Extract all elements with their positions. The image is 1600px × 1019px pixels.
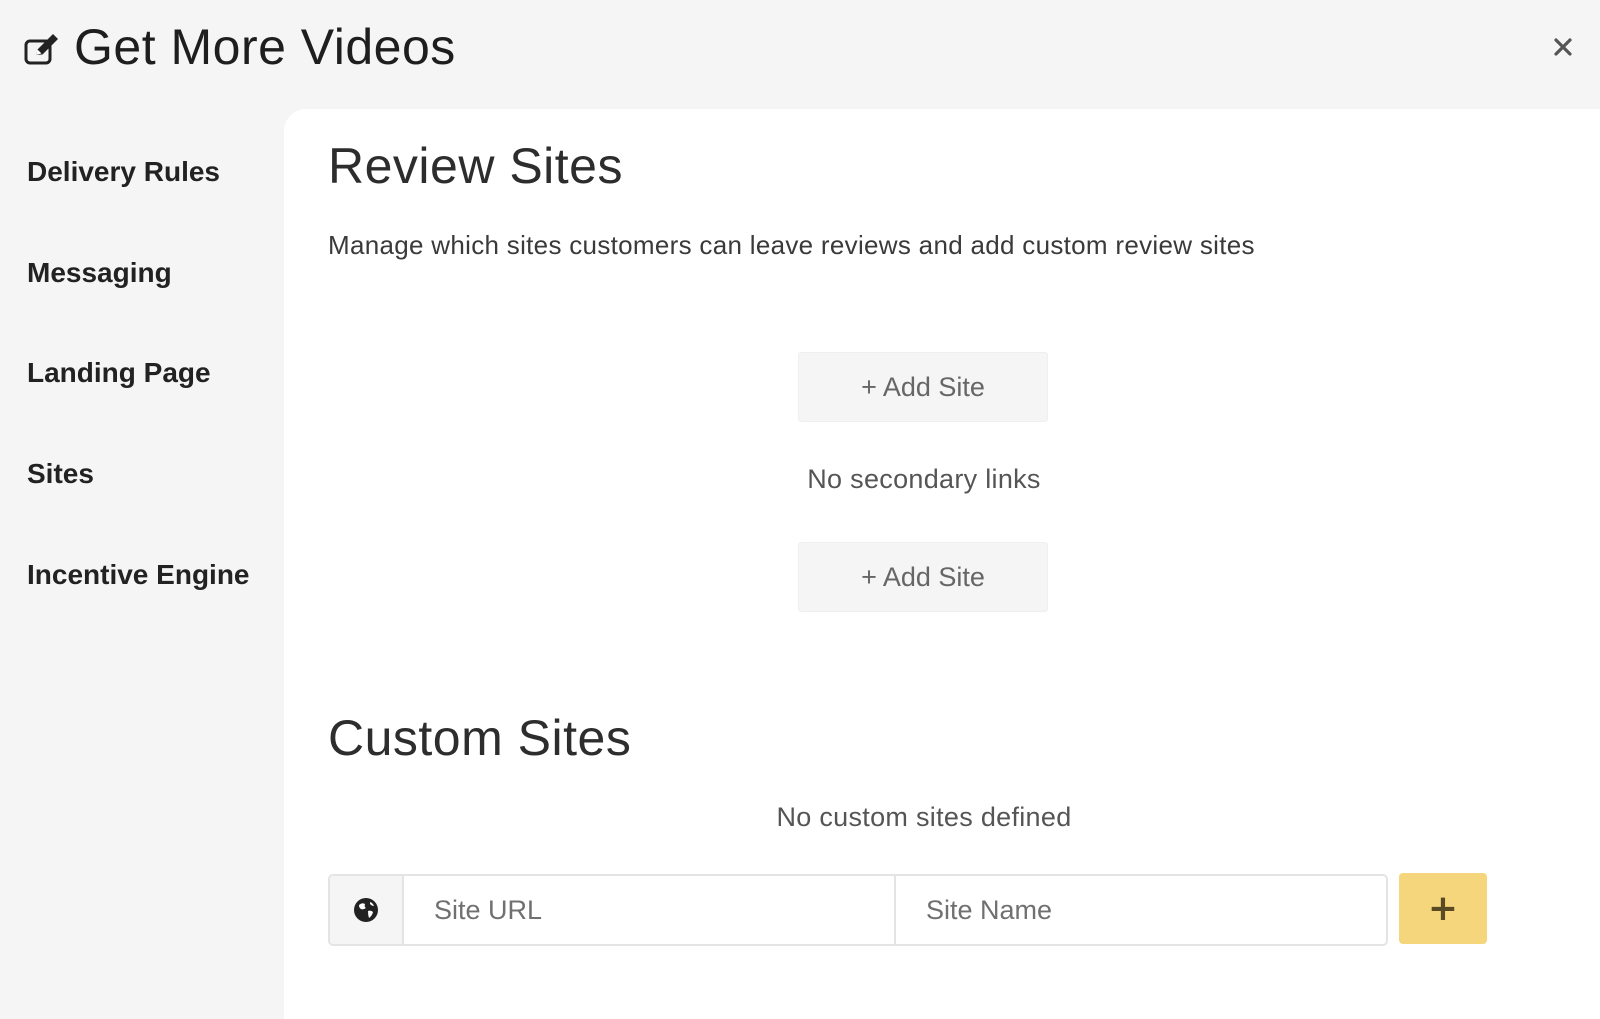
site-name-input[interactable] xyxy=(896,876,1386,944)
sidebar-item-messaging[interactable]: Messaging xyxy=(27,257,172,289)
sites-panel: Review Sites Manage which sites customer… xyxy=(284,109,1600,1019)
close-icon[interactable] xyxy=(1550,34,1578,62)
sidebar-item-delivery-rules[interactable]: Delivery Rules xyxy=(27,156,220,188)
edit-icon xyxy=(24,34,60,66)
no-secondary-links-text: No secondary links xyxy=(807,464,1041,494)
sidebar-item-landing-page[interactable]: Landing Page xyxy=(27,357,211,389)
add-custom-site-button[interactable]: + xyxy=(1399,873,1487,944)
site-url-input[interactable] xyxy=(404,876,896,944)
page-title: Get More Videos xyxy=(74,19,456,75)
sidebar-item-sites[interactable]: Sites xyxy=(27,458,94,490)
sidebar-item-incentive-engine[interactable]: Incentive Engine xyxy=(27,559,250,591)
no-custom-sites-text: No custom sites defined xyxy=(776,802,1072,832)
custom-sites-title: Custom Sites xyxy=(328,710,632,766)
review-sites-description: Manage which sites customers can leave r… xyxy=(328,230,1255,260)
review-sites-title: Review Sites xyxy=(328,138,623,194)
add-primary-site-button[interactable]: + Add Site xyxy=(798,352,1048,422)
modal-header: Get More Videos xyxy=(0,0,1600,100)
custom-site-input-group xyxy=(328,874,1388,946)
add-secondary-site-button[interactable]: + Add Site xyxy=(798,542,1048,612)
globe-icon xyxy=(330,876,404,944)
